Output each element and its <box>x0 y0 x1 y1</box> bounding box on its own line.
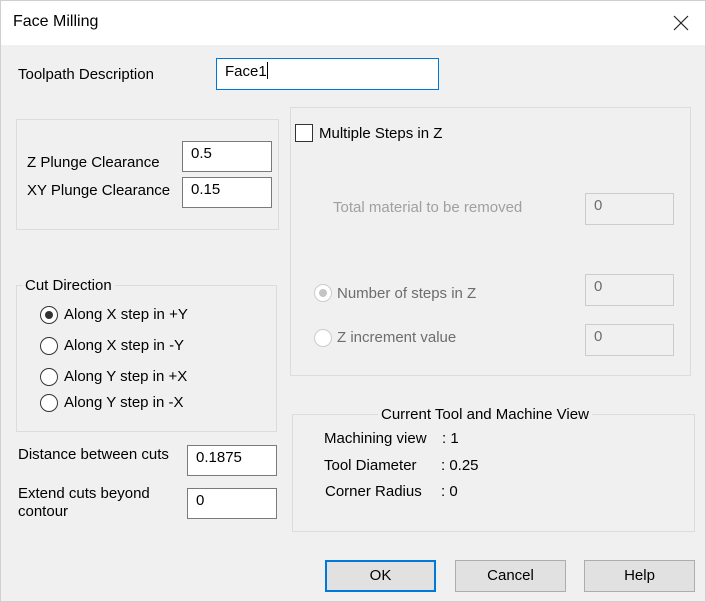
radio-z-increment[interactable] <box>314 329 332 347</box>
machining-view-label: Machining view <box>324 430 427 447</box>
corner-radius-label: Corner Radius <box>325 483 422 500</box>
toolpath-description-value: Face1 <box>225 63 267 80</box>
tool-view-title: Current Tool and Machine View <box>378 406 592 423</box>
text-caret <box>266 62 268 79</box>
radio-label-along-x-plus-y: Along X step in +Y <box>64 306 188 323</box>
cancel-button[interactable]: Cancel <box>455 560 566 592</box>
radio-along-y-plus-x[interactable] <box>40 368 58 386</box>
radio-number-of-steps[interactable] <box>314 284 332 302</box>
plunge-clearance-group <box>16 119 279 230</box>
toolpath-description-input[interactable]: Face1 <box>216 58 439 90</box>
close-icon[interactable] <box>663 5 699 41</box>
help-button[interactable]: Help <box>584 560 695 592</box>
z-plunge-clearance-input[interactable]: 0.5 <box>182 141 272 172</box>
toolpath-description-label: Toolpath Description <box>18 66 154 83</box>
face-milling-dialog: Face Milling Toolpath Description Face1 … <box>0 0 706 602</box>
total-material-label: Total material to be removed <box>333 199 523 216</box>
corner-radius-value: : 0 <box>441 483 458 500</box>
xy-plunge-clearance-input[interactable]: 0.15 <box>182 177 272 208</box>
ok-button[interactable]: OK <box>325 560 436 592</box>
extend-cuts-label-line2: contour <box>18 503 69 520</box>
radio-along-y-minus-x[interactable] <box>40 394 58 412</box>
number-of-steps-label: Number of steps in Z <box>337 285 477 302</box>
radio-along-x-plus-y[interactable] <box>40 306 58 324</box>
window-title: Face Milling <box>13 13 99 30</box>
z-increment-input[interactable]: 0 <box>585 324 674 356</box>
tool-diameter-label: Tool Diameter <box>324 457 417 474</box>
z-increment-label: Z increment value <box>337 329 457 346</box>
number-of-steps-input[interactable]: 0 <box>585 274 674 306</box>
radio-label-along-y-plus-x: Along Y step in +X <box>64 368 188 385</box>
multiple-steps-checkbox[interactable] <box>295 124 313 142</box>
distance-between-cuts-label: Distance between cuts <box>18 446 169 463</box>
radio-along-x-minus-y[interactable] <box>40 337 58 355</box>
multiple-steps-label: Multiple Steps in Z <box>319 125 443 142</box>
machining-view-value: : 1 <box>442 430 459 447</box>
cut-direction-title: Cut Direction <box>22 277 115 294</box>
tool-diameter-value: : 0.25 <box>441 457 479 474</box>
radio-label-along-x-minus-y: Along X step in -Y <box>64 337 185 354</box>
xy-plunge-clearance-label: XY Plunge Clearance <box>27 182 171 199</box>
z-plunge-clearance-label: Z Plunge Clearance <box>27 154 160 171</box>
distance-between-cuts-input[interactable]: 0.1875 <box>187 445 277 476</box>
total-material-input[interactable]: 0 <box>585 193 674 225</box>
extend-cuts-input[interactable]: 0 <box>187 488 277 519</box>
radio-label-along-y-minus-x: Along Y step in -X <box>64 394 184 411</box>
extend-cuts-label-line1: Extend cuts beyond <box>18 485 150 502</box>
title-bar: Face Milling <box>1 1 705 45</box>
